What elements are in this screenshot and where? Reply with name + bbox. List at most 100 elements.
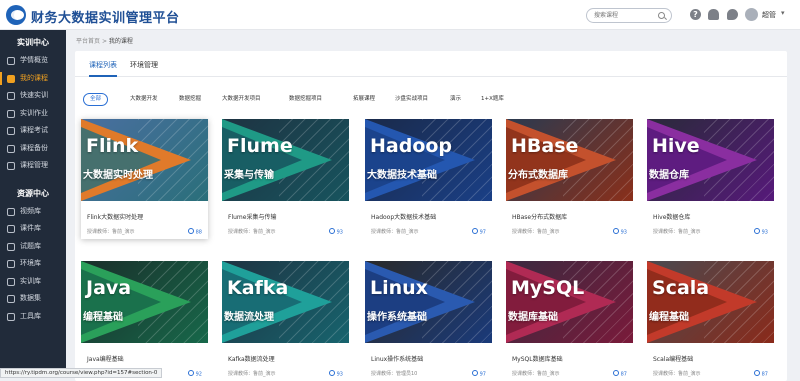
course-teacher: 授课教师：鲁前_演示 <box>653 371 701 377</box>
sidebar-item-label: 视频库 <box>20 206 41 215</box>
homework-icon <box>7 109 15 118</box>
thumbnail-title: Flink <box>86 135 139 157</box>
sidebar-item[interactable]: 实训作业 <box>0 105 66 123</box>
course-teacher: 授课教师：鲁前_演示 <box>228 229 276 235</box>
thumbnail-title: Scala <box>652 277 710 299</box>
course-teacher: 授课教师：鲁前_演示 <box>512 229 560 235</box>
filter-chip[interactable]: 大数据开发 <box>123 93 165 106</box>
sidebar-item-label: 实训库 <box>20 276 41 285</box>
thumbnail-subtitle: 采集与传输 <box>224 170 274 181</box>
filter-chip[interactable]: 大数据开发项目 <box>215 93 268 106</box>
tab-bar: 课程列表 环境管理 <box>75 51 787 77</box>
sidebar-item[interactable]: 视频库 <box>0 203 66 221</box>
course-thumbnail[interactable]: MySQL 数据库基础 <box>506 261 633 343</box>
sidebar-item[interactable]: 学情概览 <box>0 52 66 70</box>
course-thumbnail[interactable]: HBase 分布式数据库 <box>506 119 633 201</box>
search-icon[interactable] <box>658 12 665 19</box>
course-title[interactable]: Hive数据仓库 <box>653 212 690 221</box>
course-thumbnail[interactable]: Hive 数据仓库 <box>647 119 774 201</box>
filter-chip[interactable]: 拓展课程 <box>346 93 382 106</box>
sidebar-item-label: 课件库 <box>20 224 41 232</box>
course-card[interactable]: MySQL 数据库基础 MySQL数据库基础 授课教师：鲁前_演示 87 <box>506 261 633 381</box>
filter-chip[interactable]: 数据挖掘 <box>172 93 208 106</box>
course-title[interactable]: HBase分布式数据库 <box>512 212 567 221</box>
course-thumbnail[interactable]: Hadoop 大数据技术基础 <box>365 119 492 201</box>
thumbnail-subtitle: 大数据技术基础 <box>367 170 437 181</box>
course-thumbnail[interactable]: Flume 采集与传输 <box>222 119 349 201</box>
course-card[interactable]: Linux 操作系统基础 Linux操作系统基础 授课教师：管理员10 97 <box>365 261 492 381</box>
course-thumbnail[interactable]: Linux 操作系统基础 <box>365 261 492 343</box>
sidebar-item[interactable]: 实训库 <box>0 273 66 291</box>
sidebar-item[interactable]: 我的课程 <box>0 70 66 88</box>
sidebar-item[interactable]: 快速实训 <box>0 87 66 105</box>
manage-icon <box>7 162 15 170</box>
course-thumbnail[interactable]: Java 编程基础 <box>81 261 208 343</box>
sidebar-item-label: 课程备份 <box>20 143 48 152</box>
course-card[interactable]: HBase 分布式数据库 HBase分布式数据库 授课教师：鲁前_演示 93 <box>506 119 633 239</box>
sidebar-item[interactable]: 环境库 <box>0 255 66 273</box>
course-card[interactable]: Kafka 数据流处理 Kafka数据流处理 授课教师：鲁前_演示 93 <box>222 261 349 381</box>
thumbnail-subtitle: 分布式数据库 <box>508 170 568 181</box>
course-card[interactable]: Java编程基础Java编程基础授课教师：鲁前_演示92 <box>81 261 208 381</box>
sidebar-item[interactable]: 试题库 <box>0 238 66 256</box>
search-input[interactable] <box>594 10 654 21</box>
sidebar-item-label: 快速实训 <box>20 91 48 99</box>
sidebar-item[interactable]: 数据集 <box>0 290 66 308</box>
course-card[interactable]: Scala 编程基础 Scala编程基础 授课教师：鲁前_演示 87 <box>647 261 774 381</box>
chevron-down-icon[interactable]: ▾ <box>781 9 785 17</box>
course-card[interactable]: Hive 数据仓库 Hive数据仓库 授课教师：鲁前_演示 93 <box>647 119 774 239</box>
sidebar-item-label: 工具库 <box>20 311 41 320</box>
chat-icon[interactable] <box>727 9 738 20</box>
course-teacher: 授课教师：鲁前_演示 <box>512 371 560 377</box>
course-thumbnail[interactable]: Kafka 数据流处理 <box>222 261 349 343</box>
thumbnail-title: Linux <box>370 277 428 299</box>
breadcrumb: 平台首页 > 我的课程 <box>76 36 133 45</box>
course-title[interactable]: Scala编程基础 <box>653 354 693 363</box>
sidebar-item-label: 数据集 <box>20 294 41 302</box>
course-title[interactable]: Flink大数据实时处理 <box>87 212 143 221</box>
sidebar-item[interactable]: 课程管理 <box>0 157 66 175</box>
course-title[interactable]: Flume采集与传输 <box>228 212 276 221</box>
filter-chip[interactable]: 1+X题库 <box>474 93 511 106</box>
course-title[interactable]: Hadoop大数据技术基础 <box>371 212 436 221</box>
thumbnail-title: Flume <box>227 135 293 157</box>
filter-chip[interactable]: 数据挖掘项目 <box>282 93 329 106</box>
breadcrumb-home[interactable]: 平台首页 <box>76 38 100 45</box>
course-title[interactable]: Java编程基础 <box>87 354 124 363</box>
search-box[interactable] <box>586 8 672 23</box>
course-thumbnail[interactable]: Flink 大数据实时处理 <box>81 119 208 201</box>
sidebar-item[interactable]: 课件库 <box>0 220 66 238</box>
thumbnail-subtitle: 编程基础 <box>649 312 689 323</box>
tab-course-list[interactable]: 课程列表 <box>89 60 117 77</box>
course-card[interactable]: Flume 采集与传输 Flume采集与传输 授课教师：鲁前_演示 93 <box>222 119 349 239</box>
breadcrumb-separator: > <box>101 38 107 45</box>
user-name[interactable]: 超管 <box>762 10 776 20</box>
sidebar-item[interactable]: 工具库 <box>0 308 66 326</box>
sidebar-item[interactable]: 课程考试 <box>0 122 66 140</box>
help-icon[interactable]: ? <box>690 9 701 20</box>
tab-environment[interactable]: 环境管理 <box>130 60 158 70</box>
question-icon <box>7 242 15 251</box>
filter-chip[interactable]: 演示 <box>443 93 468 106</box>
course-card[interactable]: Flink 大数据实时处理 Flink大数据实时处理 授课教师：鲁前_演示 88 <box>81 119 208 239</box>
course-panel: 课程列表 环境管理 全部 大数据开发 数据挖掘 大数据开发项目 数据挖掘项目 拓展课程 沙盘… <box>75 51 787 381</box>
filter-chip[interactable]: 沙盘实战项目 <box>388 93 435 106</box>
sidebar-item[interactable]: 课程备份 <box>0 140 66 158</box>
course-title[interactable]: Linux操作系统基础 <box>371 354 423 363</box>
student-count: 97 <box>472 228 486 236</box>
student-count: 87 <box>754 370 768 378</box>
thumbnail-title: Hadoop <box>370 135 453 157</box>
sidebar-group-title: 实训中心 <box>17 38 49 47</box>
video-icon <box>7 207 15 216</box>
course-teacher: 授课教师：管理员10 <box>371 371 418 377</box>
course-thumbnail[interactable]: Scala 编程基础 <box>647 261 774 343</box>
avatar[interactable] <box>745 8 758 21</box>
exam-icon <box>7 127 15 135</box>
filter-chip[interactable]: 全部 <box>83 93 109 106</box>
course-title[interactable]: Kafka数据流处理 <box>228 354 275 363</box>
sidebar-item-label: 课程考试 <box>20 126 48 134</box>
bell-icon[interactable] <box>708 9 719 20</box>
thumbnail-subtitle: 数据仓库 <box>649 170 689 181</box>
course-card[interactable]: Hadoop 大数据技术基础 Hadoop大数据技术基础 授课教师：鲁前_演示 97 <box>365 119 492 239</box>
course-title[interactable]: MySQL数据库基础 <box>512 354 563 363</box>
